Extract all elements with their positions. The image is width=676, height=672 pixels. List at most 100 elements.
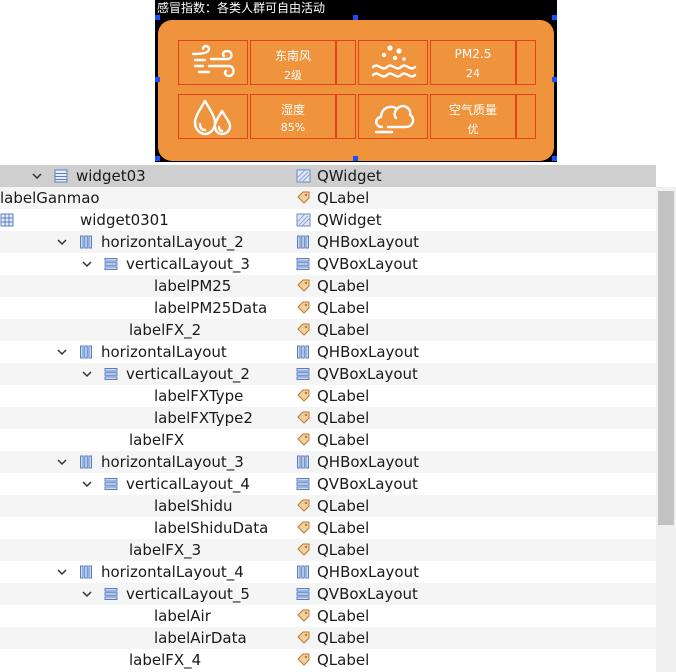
form-preview[interactable]: 感冒指数：各类人群可自由活动 东南风 2级 PM2.5 24 湿度 85% 空气… [155, 0, 557, 162]
tree-row-labelPM25Data[interactable]: labelPM25Data QLabel [0, 297, 656, 319]
chevron-down-icon[interactable] [80, 257, 94, 271]
object-name: horizontalLayout_4 [101, 563, 244, 581]
air-icon-box[interactable] [358, 94, 428, 139]
selection-handle[interactable] [353, 156, 358, 161]
pm25-fx-box[interactable] [516, 40, 536, 85]
chevron-down-icon[interactable] [80, 367, 94, 381]
tree-row-labelFX_3[interactable]: labelFX_3 QLabel [0, 539, 656, 561]
tree-row-horizontalLayout[interactable]: horizontalLayout QHBoxLayout [0, 341, 656, 363]
object-name: labelFX [129, 431, 185, 449]
tree-row-horizontalLayout_2[interactable]: horizontalLayout_2 QHBoxLayout [0, 231, 656, 253]
hbox-layout-icon [297, 345, 309, 359]
selection-handle[interactable] [155, 77, 160, 82]
vertical-scrollbar[interactable] [656, 165, 676, 672]
humidity-fx-box[interactable] [336, 94, 356, 139]
class-name: QLabel [317, 277, 370, 295]
object-name: labelPM25Data [154, 299, 268, 317]
tree-row-horizontalLayout_4[interactable]: horizontalLayout_4 QHBoxLayout [0, 561, 656, 583]
selection-handle[interactable] [353, 15, 358, 20]
selection-handle[interactable] [155, 15, 160, 20]
tree-row-labelFXType2[interactable]: labelFXType2 QLabel [0, 407, 656, 429]
chevron-down-icon[interactable] [80, 477, 94, 491]
selection-handle[interactable] [552, 15, 557, 20]
object-name: labelPM25 [154, 277, 232, 295]
wind-icon-box[interactable] [178, 40, 248, 85]
object-name: verticalLayout_2 [126, 365, 250, 383]
selection-handle[interactable] [552, 77, 557, 82]
tree-row-labelAir[interactable]: labelAir QLabel [0, 605, 656, 627]
class-name: QLabel [317, 541, 370, 559]
tree-row-labelFX[interactable]: labelFX QLabel [0, 429, 656, 451]
hbox-layout-icon [297, 565, 309, 579]
tree-row-labelShidu[interactable]: labelShidu QLabel [0, 495, 656, 517]
vbox-layout-icon [104, 258, 118, 270]
wind-fx-box[interactable] [336, 40, 356, 85]
chevron-down-icon[interactable] [55, 235, 69, 249]
vbox-layout-icon [296, 368, 310, 380]
class-name: QHBoxLayout [317, 233, 419, 251]
hbox-layout-icon [80, 455, 92, 469]
grid-layout-icon [0, 213, 14, 227]
scrollbar-thumb[interactable] [658, 191, 674, 525]
air-data-box[interactable]: 空气质量 优 [430, 94, 516, 139]
tree-row-widget0301[interactable]: widget0301 QWidget [0, 209, 656, 231]
selection-handle[interactable] [155, 156, 160, 161]
tree-row-labelGanmao[interactable]: labelGanmao QLabel [0, 187, 656, 209]
wind-data-box[interactable]: 东南风 2级 [250, 40, 336, 85]
tree-row-labelFXType[interactable]: labelFXType QLabel [0, 385, 656, 407]
chevron-down-icon[interactable] [30, 169, 44, 183]
chevron-down-icon[interactable] [55, 455, 69, 469]
chevron-down-icon[interactable] [55, 565, 69, 579]
object-name: verticalLayout_3 [126, 255, 250, 273]
vbox-layout-icon [104, 478, 118, 490]
object-inspector-tree[interactable]: widget03 QWidget labelGanmao QLabel widget03… [0, 165, 656, 672]
qlabel-icon [297, 521, 310, 534]
wind-level-label: 2级 [284, 69, 302, 82]
qlabel-icon [297, 631, 310, 644]
object-name: labelFXType [154, 387, 244, 405]
class-name: QLabel [317, 299, 370, 317]
object-name: labelFX_4 [129, 651, 202, 669]
class-name: QLabel [317, 607, 370, 625]
qlabel-icon [297, 653, 310, 666]
tree-row-verticalLayout_2[interactable]: verticalLayout_2 QVBoxLayout [0, 363, 656, 385]
class-name: QHBoxLayout [317, 343, 419, 361]
weather-panel[interactable]: 东南风 2级 PM2.5 24 湿度 85% 空气质量 优 [158, 20, 554, 161]
chevron-down-icon[interactable] [80, 587, 94, 601]
chevron-down-icon[interactable] [55, 345, 69, 359]
tree-row-labelShiduData[interactable]: labelShiduData QLabel [0, 517, 656, 539]
class-name: QWidget [317, 167, 382, 185]
hbox-layout-icon [80, 345, 92, 359]
widget-stack-icon [54, 169, 68, 183]
wind-direction-label: 东南风 [274, 49, 311, 63]
tree-row-labelPM25[interactable]: labelPM25 QLabel [0, 275, 656, 297]
tree-row-widget03[interactable]: widget03 QWidget [0, 165, 656, 187]
hbox-layout-icon [297, 455, 309, 469]
object-name: labelAir [154, 607, 211, 625]
pm25-icon [371, 44, 417, 78]
ganmao-label[interactable]: 感冒指数：各类人群可自由活动 [157, 0, 325, 16]
tree-row-labelAirData[interactable]: labelAirData QLabel [0, 627, 656, 649]
selection-handle[interactable] [552, 156, 557, 161]
tree-row-labelFX_4[interactable]: labelFX_4 QLabel [0, 649, 656, 671]
tree-row-verticalLayout_5[interactable]: verticalLayout_5 QVBoxLayout [0, 583, 656, 605]
vbox-layout-icon [296, 258, 310, 270]
air-label: 空气质量 [448, 103, 497, 117]
object-name: verticalLayout_5 [126, 585, 250, 603]
pm25-icon-box[interactable] [358, 40, 428, 85]
class-name: QLabel [317, 497, 370, 515]
humidity-value: 85% [280, 121, 306, 134]
humidity-data-box[interactable]: 湿度 85% [250, 94, 336, 139]
tree-row-horizontalLayout_3[interactable]: horizontalLayout_3 QHBoxLayout [0, 451, 656, 473]
pm25-data-box[interactable]: PM2.5 24 [430, 40, 516, 85]
humidity-icon-box[interactable] [178, 94, 248, 139]
tree-row-labelFX_2[interactable]: labelFX_2 QLabel [0, 319, 656, 341]
tree-row-verticalLayout_4[interactable]: verticalLayout_4 QVBoxLayout [0, 473, 656, 495]
object-name: labelFX_2 [129, 321, 202, 339]
air-fx-box[interactable] [516, 94, 536, 139]
class-name: QLabel [317, 321, 370, 339]
qlabel-icon [297, 389, 310, 402]
class-name: QHBoxLayout [317, 453, 419, 471]
tree-row-verticalLayout_3[interactable]: verticalLayout_3 QVBoxLayout [0, 253, 656, 275]
object-name: labelFX_3 [129, 541, 202, 559]
